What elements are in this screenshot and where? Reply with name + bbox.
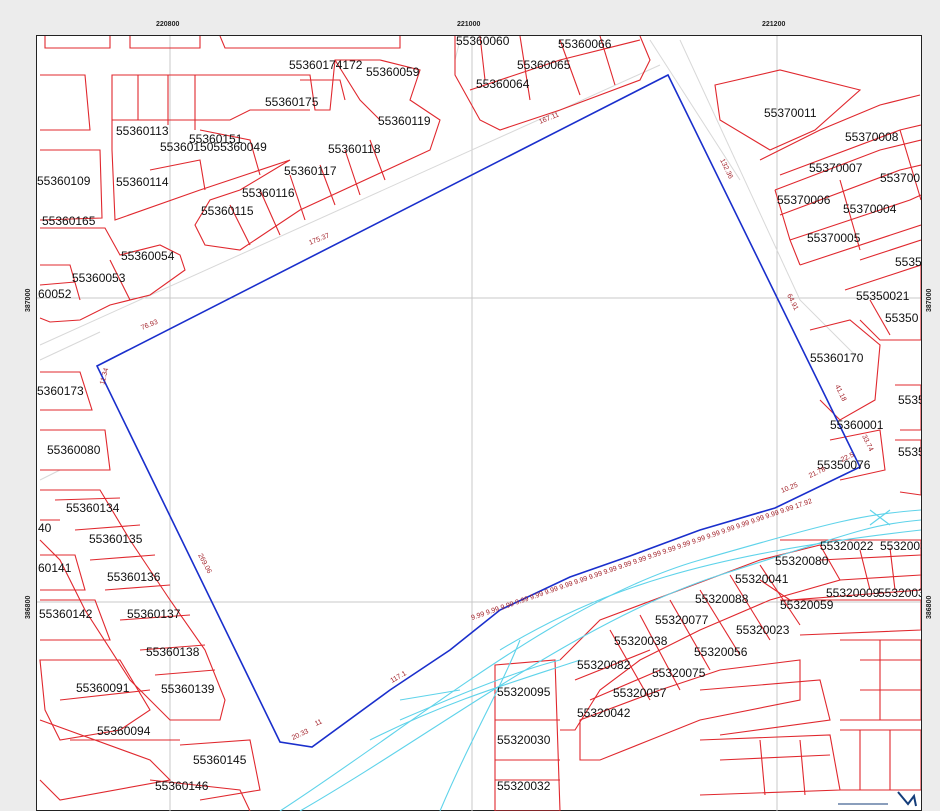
parcel-label: 55320042 [577,706,631,720]
dimension-label: 11.34 [99,367,110,385]
parcel-label: 55320023 [736,623,790,637]
parcel-label: 55360054 [121,249,175,263]
parcel-label: 55370007 [809,161,863,175]
parcel-label: 55360175 [265,95,319,109]
parcel-label: 553700 [880,171,920,185]
parcel-label: 55320077 [655,613,709,627]
parcel-label: 55320009 [826,586,880,600]
parcel-label: 55370005 [807,231,861,245]
parcel-label: 55350021 [856,289,910,303]
parcel-label: 55360066 [558,37,612,51]
cadastral-map[interactable]: 55360060 55360066 55360065 55360064 5536… [0,0,940,811]
parcel-label: 55320082 [577,658,631,672]
parcel-label: 55320088 [695,592,749,606]
parcel-label: 5532003 [880,539,927,553]
parcel-label: 55370006 [777,193,831,207]
parcel-label: 55360142 [39,607,93,621]
parcel-label: 55370008 [845,130,899,144]
parcel-label: 55360170 [810,351,864,365]
parcel-label: 55320095 [497,685,551,699]
parcel-label: 55360146 [155,779,209,793]
parcel-label: 60052 [38,287,72,301]
dimension-label: 33.74 [860,434,874,453]
company-logo [828,790,918,811]
parcel-label: 55320075 [652,666,706,680]
parcel-label: 55360065 [517,58,571,72]
parcel-label: 55360118 [328,142,381,156]
parcel-label: 55320056 [694,645,748,659]
dimension-label: 64.91 [785,293,799,312]
parcel-label: 5532003 [878,586,925,600]
parcel-label: 55350 [885,311,919,325]
parcel-labels: 55360060 55360066 55360065 55360064 5536… [37,34,927,793]
parcel-label: 55360094 [97,724,151,738]
parcel-label: 55360064 [476,77,530,91]
parcel-label: 55360091 [76,681,130,695]
parcel-label: 55360053 [72,271,126,285]
parcel-label: 55360113 [116,124,169,138]
dimension-label: 76.93 [140,319,159,332]
parcel-label: 55360001 [830,418,884,432]
parcel-label: 55370011 [764,106,817,120]
parcel-label: 5535 [895,255,922,269]
parcel-label: 55360116 [242,186,295,200]
parcel-label: 55320080 [775,554,829,568]
dimension-label: 11 [314,718,324,727]
parcel-label: 55360119 [378,114,431,128]
dimension-label: 21.78 [808,466,827,480]
parcel-label: 55320030 [497,733,551,747]
parcel-label: 55360139 [161,682,215,696]
parcel-label: 55320022 [820,539,874,553]
dimension-label: 10.25 [780,482,799,495]
parcel-label: 55360059 [366,65,420,79]
parcel-label: 55360137 [127,607,181,621]
parcel-label: 60141 [38,561,72,575]
parcel-label: 55360080 [47,443,101,457]
parcel-label: 55320038 [614,634,668,648]
parcel-label: 5360173 [37,384,84,398]
parcel-label: 55320057 [613,686,667,700]
parcel-label: 5535 [898,393,925,407]
parcel-label: 55360114 [116,175,169,189]
parcel-label: 40 [38,521,52,535]
parcel-label: 55360109 [37,174,91,188]
parcel-label: 55360115 [201,204,254,218]
map-page: 220800 221000 221200 220800 221000 22120… [0,0,940,811]
dimension-label: 20.33 [291,728,310,742]
parcel-label: 55360060 [456,34,510,48]
dimension-label: 117.1 [390,670,408,685]
parcel-label: 55360134 [66,501,120,515]
parcel-label: 55360145 [193,753,247,767]
parcel-label: 55360165 [42,214,96,228]
parcel-label: 55360135 [89,532,143,546]
parcel-label: 55360136 [107,570,161,584]
dimension-label: 269.06 [196,553,212,575]
parcel-label: 55360138 [146,645,200,659]
parcel-label: 55320059 [780,598,834,612]
parcel-label: 5535 [898,445,925,459]
parcel-label: 55370004 [843,202,897,216]
parcel-label: 55360117 [284,164,337,178]
dimension-label: 132.36 [718,158,734,180]
parcel-label: 55320032 [497,779,551,793]
parcel-label: 55360174172 [289,58,363,72]
parcel-label: 5536015055360049 [160,140,267,154]
logo-icon [838,791,917,807]
parcel-label: 55320041 [735,572,789,586]
dimension-label: 41.18 [833,384,847,403]
dimension-label: 175.37 [308,232,331,247]
